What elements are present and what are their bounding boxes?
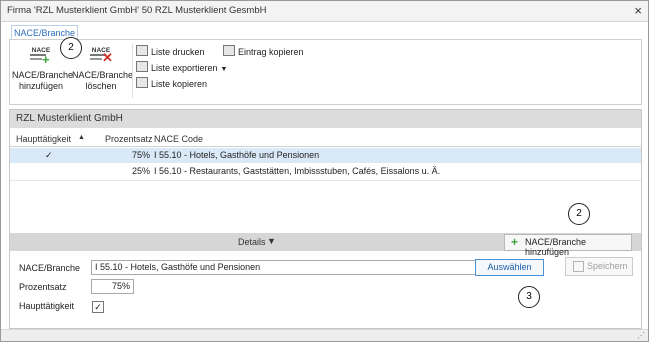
column-prozentsatz[interactable]: Prozentsatz: [105, 134, 153, 144]
copy-entry-button[interactable]: Eintrag kopieren: [223, 45, 304, 57]
checkmark-icon: ✓: [45, 150, 53, 160]
nace-label: NACE/Branche: [19, 263, 81, 273]
add-nace-label-2: hinzufügen: [18, 81, 64, 91]
dialog-window: Firma 'RZL Musterklient GmbH' 50 RZL Mus…: [0, 0, 649, 342]
row-percent: 25%: [132, 166, 151, 176]
main-activity-checkbox[interactable]: ✓: [92, 301, 104, 313]
status-bar: ⋰: [1, 329, 648, 341]
select-button[interactable]: Auswählen: [475, 259, 544, 276]
print-list-button[interactable]: Liste drucken: [136, 45, 205, 57]
column-haupttaetigkeit[interactable]: Haupttätigkeit: [16, 134, 71, 144]
client-panel: RZL Musterklient GmbH Haupttätigkeit ▲ P…: [9, 109, 642, 329]
add-nace-label-1: NACE/Branche: [12, 70, 74, 80]
row-nace-code: I 55.10 - Hotels, Gasthöfe und Pensionen: [154, 150, 320, 160]
printer-icon: [136, 45, 148, 56]
table-header: Haupttätigkeit ▲ Prozentsatz NACE Code: [10, 132, 641, 147]
ribbon-toolbar: NACE + NACE/Branche hinzufügen NACE ✕ NA…: [9, 39, 642, 105]
document-copy-icon: [223, 45, 235, 56]
dropdown-arrow-icon: ▼: [220, 66, 228, 73]
panel-header: RZL Musterklient GmbH: [10, 110, 641, 128]
resize-grip-icon[interactable]: ⋰: [637, 331, 645, 340]
table-row[interactable]: 25% I 56.10 - Restaurants, Gaststätten, …: [10, 164, 641, 179]
delete-nace-label-1: NACE/Branche: [72, 70, 134, 80]
ribbon-separator: [132, 44, 133, 98]
column-nace-code[interactable]: NACE Code: [154, 134, 203, 144]
delete-nace-label-2: löschen: [85, 81, 117, 91]
percent-label: Prozentsatz: [19, 282, 67, 292]
callout-3: 3: [518, 286, 540, 308]
row-divider: [10, 180, 641, 181]
export-list-button[interactable]: Liste exportieren ▼: [136, 61, 227, 73]
details-label: Details: [238, 237, 266, 247]
close-icon[interactable]: ×: [634, 3, 642, 18]
percent-field[interactable]: 75%: [91, 279, 134, 294]
main-activity-label: Haupttätigkeit: [19, 301, 75, 311]
row-percent: 75%: [132, 150, 151, 160]
sort-ascending-icon: ▲: [78, 134, 85, 141]
callout-2-ribbon: 2: [60, 37, 82, 59]
title-bar: Firma 'RZL Musterklient GmbH' 50 RZL Mus…: [1, 1, 648, 22]
nace-field[interactable]: I 55.10 - Hotels, Gasthöfe und Pensionen: [91, 260, 477, 275]
ribbon-tabs: NACE/Branche: [9, 25, 640, 40]
save-icon: [573, 261, 584, 272]
nace-delete-icon: NACE ✕: [90, 47, 113, 65]
plus-icon: +: [511, 235, 519, 249]
nace-add-icon: NACE +: [30, 47, 51, 67]
row-nace-code: I 56.10 - Restaurants, Gaststätten, Imbi…: [154, 166, 441, 176]
copy-icon: [136, 77, 148, 88]
table-row[interactable]: ✓ 75% I 55.10 - Hotels, Gasthöfe und Pen…: [10, 148, 641, 163]
export-icon: [136, 61, 148, 72]
chevron-down-icon: ▼: [267, 236, 276, 246]
panel-title: RZL Musterklient GmbH: [16, 113, 123, 124]
callout-2-details: 2: [568, 203, 590, 225]
save-button[interactable]: Speichern: [565, 257, 633, 276]
window-title: Firma 'RZL Musterklient GmbH' 50 RZL Mus…: [7, 5, 267, 16]
add-nace-details-button[interactable]: + NACE/Branche hinzufügen: [504, 234, 632, 257]
copy-list-button[interactable]: Liste kopieren: [136, 77, 207, 89]
